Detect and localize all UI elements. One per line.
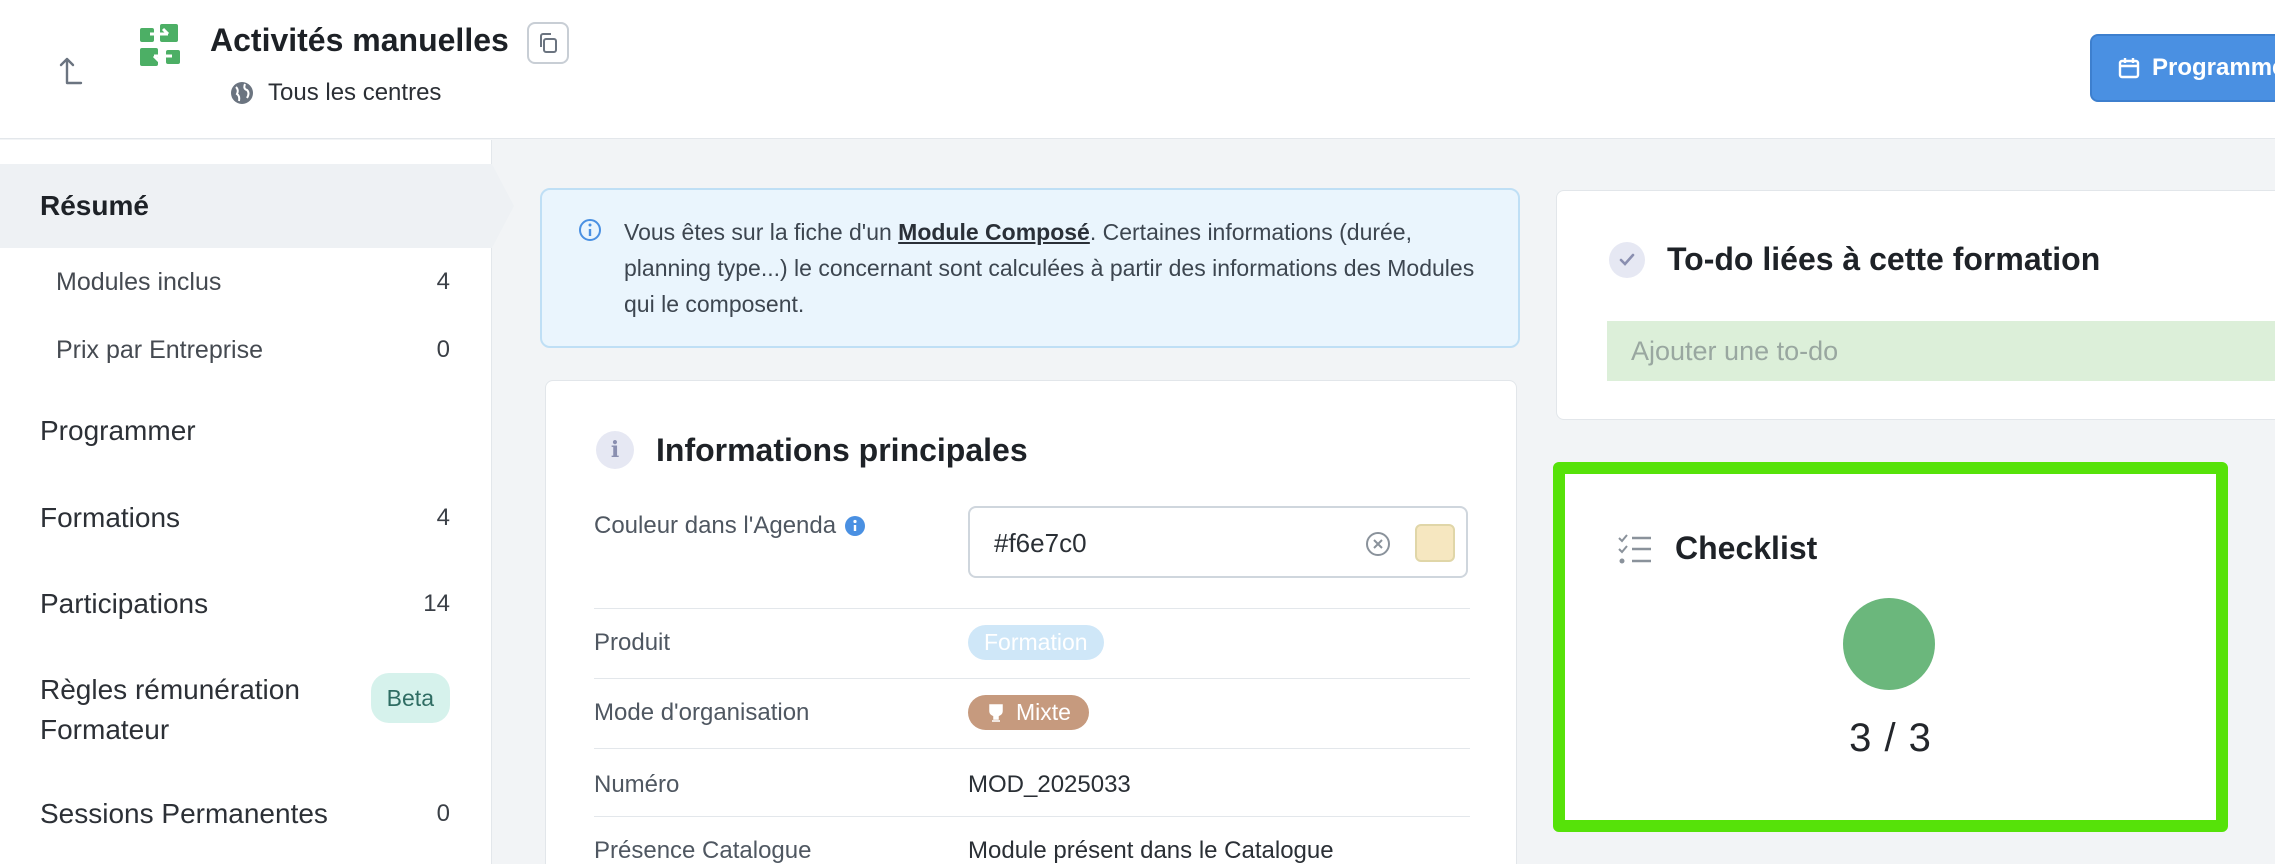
main-info-card: i Informations principales Couleur dans …	[545, 380, 1517, 864]
active-indicator	[492, 164, 514, 248]
mode-tag-label: Mixte	[1016, 699, 1071, 725]
sidebar: Résumé Modules inclus 4 Prix par Entrepr…	[0, 140, 514, 864]
todo-header: To-do liées à cette formation	[1609, 241, 2100, 278]
checklist-title: Checklist	[1675, 530, 1818, 566]
sidebar-item-resume[interactable]: Résumé	[0, 164, 514, 248]
sidebar-item-label: Participations	[40, 588, 209, 619]
sidebar-item-count: 14	[423, 590, 450, 617]
row-key: Mode d'organisation	[594, 699, 810, 726]
row-key: Couleur dans l'Agenda	[594, 512, 866, 540]
row-value: Module présent dans le Catalogue	[968, 837, 1334, 864]
sidebar-item-label: Modules inclus	[56, 267, 222, 296]
sidebar-item-count: 0	[436, 800, 450, 827]
scope-label: Tous les centres	[268, 79, 442, 106]
scope-indicator: Tous les centres	[230, 79, 441, 107]
module-compose-info-banner: Vous êtes sur la fiche d'un Module Compo…	[540, 188, 1520, 348]
info-icon	[579, 219, 601, 241]
add-todo-input[interactable]: Ajouter une to-do	[1607, 321, 2275, 381]
sidebar-item-label: Programmer	[40, 415, 196, 446]
banner-text-start: Vous êtes sur la fiche d'un	[624, 219, 899, 245]
mode-tag: Mixte	[968, 695, 1089, 730]
checklist-icon	[1618, 533, 1651, 563]
beta-badge: Beta	[370, 673, 450, 723]
row-produit: Produit Formation	[594, 609, 1470, 679]
color-swatch[interactable]	[1415, 524, 1455, 562]
trophy-icon	[989, 703, 1003, 722]
produit-tag: Formation	[968, 625, 1104, 660]
color-input-value: #f6e7c0	[994, 528, 1087, 558]
color-input[interactable]: #f6e7c0	[968, 506, 1468, 578]
check-circle-icon	[1609, 241, 1645, 278]
help-icon[interactable]	[844, 515, 866, 537]
main-info-header: i Informations principales	[596, 431, 1028, 469]
row-presence-catalogue: Présence Catalogue Module présent dans l…	[594, 817, 1470, 864]
sidebar-item-participations[interactable]: Participations 14	[0, 576, 492, 632]
checklist-progress-circle	[1843, 598, 1935, 690]
row-numero: Numéro MOD_2025033	[594, 749, 1470, 817]
row-value: Formation	[968, 625, 1104, 660]
globe-icon	[231, 82, 253, 104]
calendar-icon	[2118, 58, 2140, 79]
sidebar-item-label: Prix par Entreprise	[56, 335, 264, 364]
banner-text: Vous êtes sur la fiche d'un Module Compo…	[624, 214, 1504, 322]
sidebar-item-modules-inclus[interactable]: Modules inclus 4	[0, 257, 492, 307]
copy-icon	[540, 33, 557, 53]
page-title: Activités manuelles	[210, 22, 509, 58]
row-mode-organisation: Mode d'organisation Mixte	[594, 679, 1470, 749]
program-button[interactable]: Programme	[2090, 34, 2275, 102]
checklist-header: Checklist	[1617, 530, 1817, 567]
row-value: Mixte	[968, 695, 1089, 730]
todo-card: To-do liées à cette formation Ajouter un…	[1556, 190, 2275, 420]
row-couleur: Couleur dans l'Agenda #f6e7c0	[594, 506, 1470, 609]
module-compose-link[interactable]: Module Composé	[898, 219, 1090, 245]
sidebar-item-prix-entreprise[interactable]: Prix par Entreprise 0	[0, 325, 492, 375]
row-value: MOD_2025033	[968, 771, 1131, 798]
row-key: Présence Catalogue	[594, 837, 812, 864]
sidebar-item-count: 0	[436, 336, 450, 363]
row-key: Produit	[594, 629, 671, 656]
copy-button[interactable]	[527, 22, 569, 64]
sidebar-item-formations[interactable]: Formations 4	[0, 490, 492, 546]
main-info-title: Informations principales	[656, 431, 1028, 468]
sidebar-item-regles-remuneration[interactable]: Règles rémunération Formateur Beta	[0, 665, 492, 755]
module-recycle-icon	[140, 24, 180, 66]
back-arrow-icon	[59, 57, 83, 85]
clear-icon[interactable]	[1364, 530, 1392, 558]
back-button[interactable]	[52, 50, 92, 90]
info-circle-icon: i	[596, 431, 634, 469]
row-key: Numéro	[594, 771, 680, 798]
program-button-label: Programme	[2152, 54, 2275, 81]
sidebar-item-count: 4	[436, 268, 450, 295]
sidebar-item-label: Règles rémunération Formateur	[40, 674, 300, 745]
sidebar-item-label: Sessions Permanentes	[40, 798, 328, 829]
sidebar-item-sessions-permanentes[interactable]: Sessions Permanentes 0	[0, 786, 492, 842]
sidebar-item-programmer[interactable]: Programmer	[0, 403, 492, 459]
header-bar: Activités manuelles Tous les centres Pro…	[0, 0, 2275, 139]
checklist-card: Checklist 3 / 3	[1553, 462, 2228, 832]
checklist-ratio: 3 / 3	[1849, 716, 1932, 760]
todo-title: To-do liées à cette formation	[1667, 241, 2101, 277]
sidebar-item-label: Résumé	[40, 190, 149, 221]
sidebar-item-count: 4	[436, 504, 450, 531]
row-key-text: Couleur dans l'Agenda	[594, 512, 837, 539]
sidebar-item-label: Formations	[40, 502, 181, 533]
